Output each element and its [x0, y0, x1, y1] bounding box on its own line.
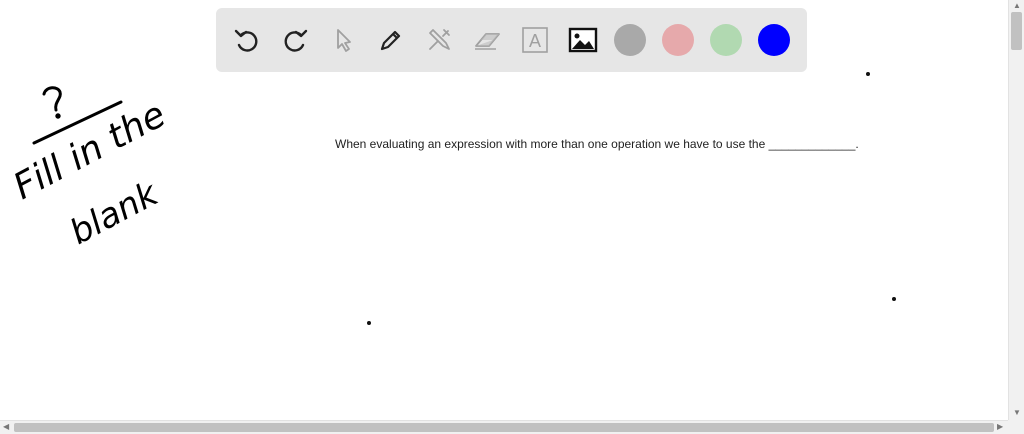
image-icon — [568, 27, 598, 53]
eraser-icon — [475, 33, 500, 50]
vertical-scroll-thumb[interactable] — [1011, 12, 1022, 50]
color-swatch-green[interactable] — [710, 24, 742, 56]
scroll-right-icon[interactable]: ▶ — [997, 423, 1003, 431]
drawing-toolbar: A — [216, 8, 807, 72]
redo-button[interactable] — [277, 22, 313, 58]
horizontal-scrollbar[interactable]: ◀ ▶ — [0, 420, 1008, 434]
svg-text:A: A — [529, 31, 541, 51]
pen-icon — [380, 30, 401, 51]
horizontal-scroll-thumb[interactable] — [14, 423, 994, 432]
undo-icon — [234, 29, 258, 52]
ink-dot — [892, 297, 896, 301]
handwritten-note: Fill in the blank ? — [0, 80, 172, 253]
color-swatch-pink[interactable] — [662, 24, 694, 56]
tools-icon — [429, 29, 450, 50]
undo-button[interactable] — [229, 22, 265, 58]
ink-dot — [866, 72, 870, 76]
scroll-left-icon[interactable]: ◀ — [3, 423, 9, 431]
eraser-button[interactable] — [469, 22, 505, 58]
color-swatch-blue[interactable] — [758, 24, 790, 56]
text-button[interactable]: A — [517, 22, 553, 58]
redo-icon — [284, 29, 308, 52]
pen-button[interactable] — [373, 22, 409, 58]
scroll-up-icon[interactable]: ▲ — [1013, 2, 1021, 10]
handwritten-question-mark: ? — [0, 80, 1, 81]
handwritten-line2: blank — [63, 173, 165, 253]
vertical-scrollbar[interactable]: ▲ ▼ — [1008, 0, 1024, 420]
ink-dot — [367, 321, 371, 325]
text-icon: A — [522, 27, 548, 53]
color-swatch-gray[interactable] — [614, 24, 646, 56]
scrollbar-corner — [1008, 420, 1024, 434]
select-button[interactable] — [325, 22, 361, 58]
image-button[interactable] — [565, 22, 601, 58]
tools-button[interactable] — [421, 22, 457, 58]
pointer-icon — [337, 29, 351, 52]
problem-text: When evaluating an expression with more … — [335, 137, 859, 151]
scroll-down-icon[interactable]: ▼ — [1013, 409, 1021, 417]
